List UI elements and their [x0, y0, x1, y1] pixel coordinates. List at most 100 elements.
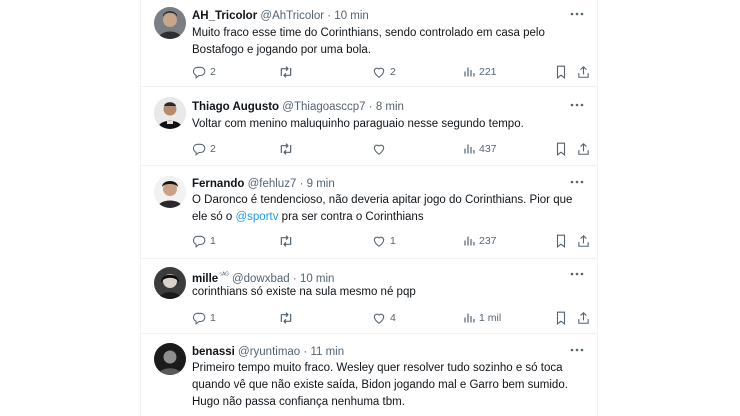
like-button[interactable]	[372, 141, 390, 157]
like-icon	[373, 236, 385, 247]
tweet-text: Muito fraco esse time do Corinthians, se…	[192, 25, 584, 59]
share-icon	[578, 142, 589, 155]
tweet[interactable]: mille⁵ᴬᴳ @dowxbad · 10 min corinthians s…	[141, 259, 597, 334]
avatar[interactable]	[154, 343, 186, 375]
tweet-text: Voltar com menino maluquinho paraguaio n…	[192, 116, 584, 133]
user-handle[interactable]: @ryuntimao	[238, 346, 300, 358]
more-dots-icon[interactable]	[569, 269, 585, 283]
separator-dot: ·	[327, 10, 332, 22]
timestamp[interactable]: 8 min	[376, 101, 404, 113]
more-dots-icon[interactable]	[569, 177, 585, 191]
name-badge: ⁵ᴬᴳ	[219, 272, 229, 279]
tweet-text: Primeiro tempo muito fraco. Wesley quer …	[192, 360, 584, 411]
user-handle[interactable]: @fehluz7	[248, 178, 297, 190]
share-button[interactable]	[577, 141, 590, 157]
view-count: 237	[479, 235, 497, 247]
bookmark-icon	[556, 142, 566, 156]
retweet-button[interactable]	[278, 233, 298, 249]
bookmark-button[interactable]	[555, 64, 567, 80]
action-bar: 1 4 1 mil	[192, 310, 589, 326]
like-button[interactable]: 2	[372, 64, 396, 80]
avatar[interactable]	[154, 267, 186, 299]
action-bar: 1 1 237	[192, 233, 589, 249]
separator-dot: ·	[299, 178, 304, 190]
tweet-header: Fernando @fehluz7 · 9 min	[192, 176, 335, 192]
reply-thread: AH_Tricolor @AhTricolor · 10 min Muito f…	[140, 0, 598, 416]
views-icon	[464, 313, 475, 323]
user-handle[interactable]: @AhTricolor	[260, 10, 324, 22]
like-icon	[373, 67, 385, 78]
retweet-icon	[280, 312, 292, 324]
avatar[interactable]	[154, 7, 186, 39]
views-icon	[464, 236, 475, 246]
timestamp[interactable]: 9 min	[307, 178, 335, 190]
user-handle[interactable]: @Thiagoasccp7	[282, 101, 365, 113]
tweet-text-content: Muito fraco esse time do Corinthians, se…	[192, 27, 545, 56]
avatar[interactable]	[154, 176, 186, 208]
more-dots-icon[interactable]	[569, 100, 585, 114]
action-bar: 2 437	[192, 141, 589, 157]
views-button[interactable]: 437	[463, 141, 497, 157]
display-name[interactable]: Thiago Augusto	[192, 101, 279, 113]
timestamp[interactable]: 11 min	[310, 346, 344, 358]
separator-dot: ·	[303, 346, 308, 358]
views-button[interactable]: 237	[463, 233, 497, 249]
reply-button[interactable]: 2	[192, 141, 216, 157]
tweet-text: corinthians só existe na sula mesmo né p…	[192, 284, 584, 301]
retweet-button[interactable]	[278, 64, 298, 80]
more-dots-icon[interactable]	[569, 345, 585, 359]
share-icon	[578, 65, 589, 78]
tweet[interactable]: Fernando @fehluz7 · 9 min O Daronco é te…	[141, 166, 597, 259]
display-name[interactable]: AH_Tricolor	[192, 10, 257, 22]
views-button[interactable]: 1 mil	[463, 310, 501, 326]
avatar[interactable]	[154, 97, 186, 129]
tweet-text-content: Primeiro tempo muito fraco. Wesley quer …	[192, 362, 568, 408]
like-button[interactable]: 1	[372, 233, 396, 249]
bookmark-button[interactable]	[555, 310, 567, 326]
bookmark-icon	[556, 311, 566, 325]
tweet-text-content: pra ser contra o Corinthians	[278, 211, 424, 223]
reply-icon	[192, 143, 206, 156]
reply-count: 2	[210, 143, 216, 155]
reply-button[interactable]: 2	[192, 64, 216, 80]
like-button[interactable]: 4	[372, 310, 396, 326]
views-icon	[464, 144, 475, 154]
display-name[interactable]: benassi	[192, 346, 235, 358]
view-count: 437	[479, 143, 497, 155]
more-dots-icon[interactable]	[569, 9, 585, 23]
share-button[interactable]	[577, 310, 590, 326]
tweet-header: Thiago Augusto @Thiagoasccp7 · 8 min	[192, 99, 404, 115]
bookmark-icon	[556, 65, 566, 79]
like-count: 1	[390, 235, 396, 247]
like-count: 2	[390, 66, 396, 78]
retweet-icon	[280, 235, 292, 247]
reply-icon	[192, 66, 206, 79]
reply-count: 2	[210, 66, 216, 78]
views-icon	[464, 67, 475, 77]
reply-count: 1	[210, 235, 216, 247]
mention-link[interactable]: @sportv	[235, 211, 278, 223]
views-button[interactable]: 221	[463, 64, 497, 80]
reply-button[interactable]: 1	[192, 310, 216, 326]
share-icon	[578, 234, 589, 247]
tweet-text: O Daronco é tendencioso, não deveria api…	[192, 192, 584, 226]
tweet-text-content: Voltar com menino maluquinho paraguaio n…	[192, 118, 524, 130]
separator-dot: ·	[368, 101, 373, 113]
retweet-button[interactable]	[278, 310, 298, 326]
bookmark-button[interactable]	[555, 141, 567, 157]
tweet-header: AH_Tricolor @AhTricolor · 10 min	[192, 8, 369, 24]
tweet[interactable]: AH_Tricolor @AhTricolor · 10 min Muito f…	[141, 0, 597, 87]
tweet[interactable]: Thiago Augusto @Thiagoasccp7 · 8 min Vol…	[141, 87, 597, 166]
display-name[interactable]: Fernando	[192, 178, 244, 190]
tweet[interactable]: benassi @ryuntimao · 11 min Primeiro tem…	[141, 334, 597, 416]
bookmark-button[interactable]	[555, 233, 567, 249]
view-count: 221	[479, 66, 497, 78]
tweet-text-content: corinthians só existe na sula mesmo né p…	[192, 286, 416, 298]
retweet-button[interactable]	[278, 141, 298, 157]
share-button[interactable]	[577, 233, 590, 249]
timestamp[interactable]: 10 min	[334, 10, 369, 22]
share-button[interactable]	[577, 64, 590, 80]
reply-button[interactable]: 1	[192, 233, 216, 249]
share-icon	[578, 311, 589, 324]
bookmark-icon	[556, 234, 566, 248]
